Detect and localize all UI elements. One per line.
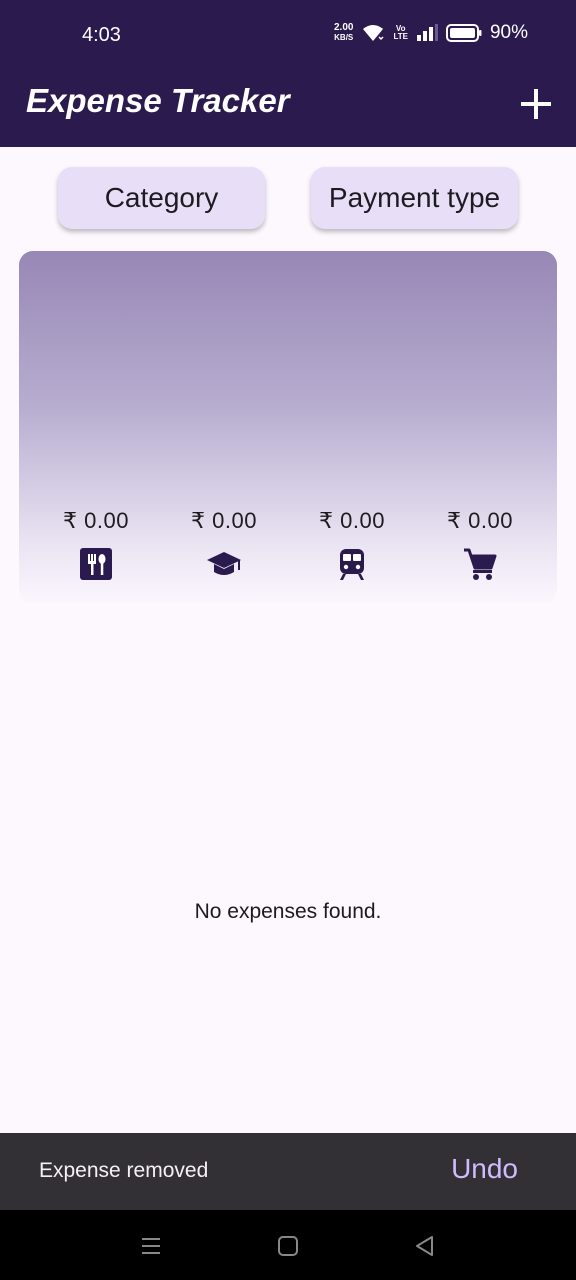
empty-list-message: No expenses found. <box>194 900 382 923</box>
summary-education: ₹ 0.00 <box>169 508 279 586</box>
status-indicators: 2.00 KB/S Vo LTE 90% <box>334 22 528 44</box>
plus-icon <box>521 89 551 119</box>
volte-indicator: Vo LTE <box>393 25 408 41</box>
network-speed: 2.00 KB/S <box>334 23 353 43</box>
battery-percent: 90% <box>489 22 528 43</box>
expense-summary-chart: ₹ 0.00 ₹ 0.00 ₹ 0.00 ₹ 0.00 <box>19 251 557 603</box>
summary-travel: ₹ 0.00 <box>297 508 407 586</box>
signal-icon <box>416 24 438 41</box>
summary-shopping: ₹ 0.00 <box>425 508 535 586</box>
travel-amount: ₹ 0.00 <box>319 508 385 533</box>
battery-icon <box>445 24 482 42</box>
status-time: 4:03 <box>82 24 121 46</box>
payment-type-button[interactable]: Payment type <box>311 167 518 229</box>
education-amount: ₹ 0.00 <box>191 508 257 533</box>
page-title: Expense Tracker <box>26 82 290 119</box>
category-button-label: Category <box>104 182 219 213</box>
network-speed-unit: KB/S <box>334 33 354 42</box>
snackbar-message: Expense removed <box>39 1159 209 1182</box>
undo-button[interactable]: Undo <box>451 1153 518 1185</box>
shopping-amount: ₹ 0.00 <box>447 508 513 533</box>
back-icon[interactable] <box>413 1234 437 1258</box>
menu-icon[interactable] <box>139 1234 163 1258</box>
add-expense-button[interactable] <box>516 84 556 124</box>
education-icon <box>207 552 241 575</box>
home-icon[interactable] <box>276 1234 300 1258</box>
category-button[interactable]: Category <box>58 167 265 229</box>
wifi-icon <box>363 25 384 41</box>
food-icon <box>80 548 112 580</box>
app-bar: Expense Tracker <box>0 72 576 147</box>
summary-food: ₹ 0.00 <box>41 508 151 586</box>
shopping-cart-icon <box>464 548 497 580</box>
food-amount: ₹ 0.00 <box>63 508 129 533</box>
status-bar: 4:03 2.00 KB/S Vo LTE 90% <box>0 0 576 72</box>
train-icon <box>340 549 364 580</box>
volte-bottom: LTE <box>393 32 408 41</box>
payment-type-button-label: Payment type <box>328 182 501 213</box>
system-nav-bar <box>0 1210 576 1280</box>
network-speed-value: 2.00 <box>333 22 354 33</box>
snackbar: Expense removed Undo <box>0 1133 576 1210</box>
